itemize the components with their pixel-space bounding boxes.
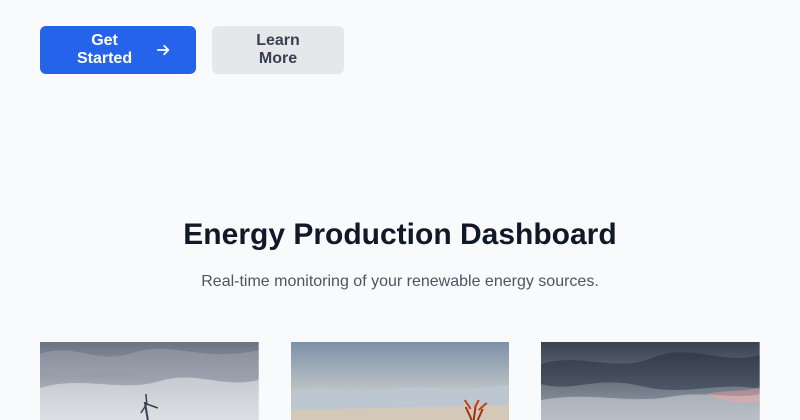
learn-more-button[interactable]: Learn More [212,26,344,74]
learn-more-label: Learn More [256,32,300,67]
solar-landscape-image [290,342,510,420]
wind-turbine-image [40,342,259,420]
get-started-label: Get Started [76,32,133,67]
stormy-coast-photo[interactable] [541,342,761,420]
solar-landscape-photo[interactable] [290,342,510,420]
stormy-coast-image [541,342,761,420]
landing-page: Get Started Learn More Energy Production… [0,0,800,420]
hero-actions: Get Started Learn More [40,26,344,74]
energy-source-cards [40,342,761,420]
dashboard-title: Energy Production Dashboard [183,218,617,251]
dashboard-subtitle: Real-time monitoring of your renewable e… [201,273,599,290]
get-started-button[interactable]: Get Started [40,26,196,74]
arrow-right-icon [157,44,170,56]
wind-turbine-photo[interactable] [40,342,259,420]
